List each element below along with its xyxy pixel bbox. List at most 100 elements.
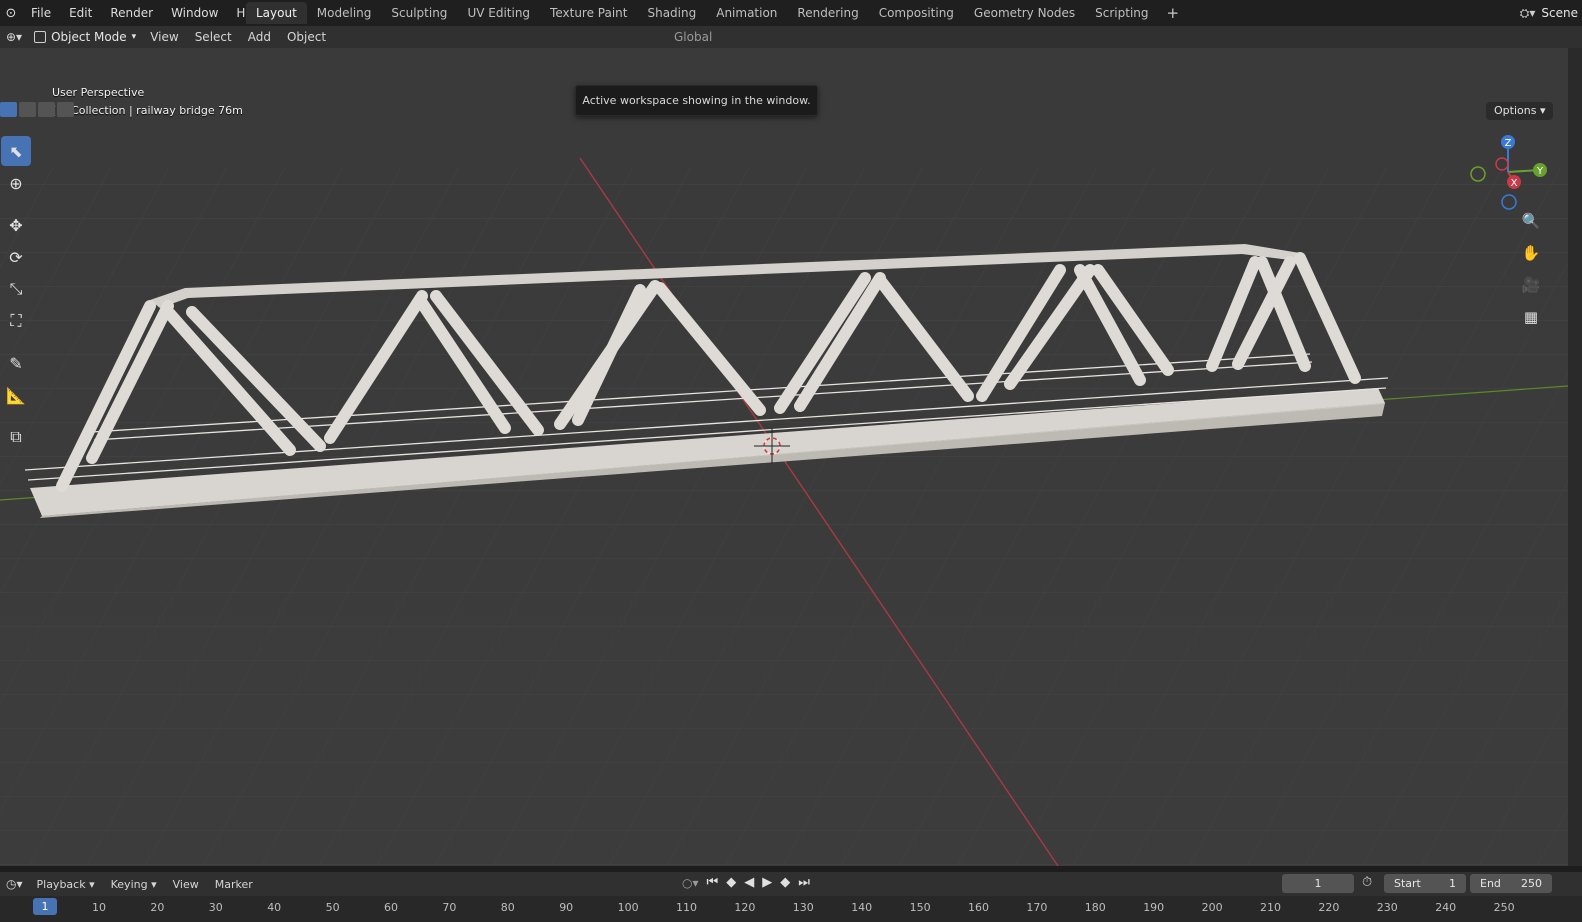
cursor-tool[interactable]: ⊕ (1, 168, 31, 198)
tool-divider (0, 200, 34, 208)
camera-icon: 🎥 (1521, 276, 1541, 294)
tab-uv-editing[interactable]: UV Editing (457, 2, 540, 24)
ruler-tick: 160 (968, 901, 989, 914)
tab-layout[interactable]: Layout (246, 2, 307, 24)
menu-playback-label: Playback (36, 877, 86, 891)
select-intersect-button[interactable] (57, 102, 74, 117)
start-frame-field[interactable]: Start 1 (1384, 874, 1466, 893)
editor-type-icon[interactable]: ⊕▾ (0, 30, 28, 44)
tool-divider (0, 412, 34, 420)
viewport-scene (0, 48, 1568, 866)
jump-end-icon[interactable]: ⏭ (798, 875, 810, 890)
select-extend-button[interactable] (19, 102, 36, 117)
menu-view[interactable]: View (142, 26, 186, 48)
gizmo-y-label: Y (1536, 166, 1544, 177)
menu-timeline-view[interactable]: View (165, 878, 207, 891)
gizmo-neg-y-handle[interactable] (1470, 166, 1486, 182)
start-label: Start (1394, 877, 1421, 890)
current-frame-field[interactable]: 1 (1282, 874, 1354, 893)
end-frame-field[interactable]: End 250 (1470, 874, 1552, 893)
view-name: User Perspective (52, 86, 145, 99)
ruler-tick: 230 (1376, 901, 1398, 914)
select-box-tool[interactable]: ⬉ (1, 136, 31, 166)
tab-texture-paint[interactable]: Texture Paint (540, 2, 637, 24)
play-reverse-icon[interactable]: ◀ (744, 875, 754, 890)
scene-selector[interactable]: ⛭▾ Scene (1520, 0, 1582, 26)
rotate-tool[interactable]: ⟳ (1, 242, 31, 272)
menu-object[interactable]: Object (279, 26, 334, 48)
scale-tool[interactable]: ⤡ (1, 274, 31, 304)
jump-start-icon[interactable]: ⏮ (707, 875, 719, 890)
ruler-tick: 30 (208, 901, 223, 914)
select-arrow-icon: ⬉ (9, 141, 23, 161)
navigation-gizmo[interactable]: Z Y X (1464, 130, 1554, 214)
camera-view-button[interactable]: 🎥 (1518, 272, 1544, 298)
ruler-tick: 200 (1201, 901, 1223, 914)
hand-icon: ✋ (1521, 244, 1541, 262)
ruler-tick: 100 (617, 901, 639, 914)
tab-animation[interactable]: Animation (706, 2, 787, 24)
transform-orientation-dropdown[interactable]: Global (666, 26, 720, 48)
menu-marker[interactable]: Marker (207, 878, 261, 891)
menu-add[interactable]: Add (240, 26, 279, 48)
add-workspace-button[interactable]: + (1159, 2, 1188, 24)
move-icon: ✥ (9, 215, 23, 235)
timeline-editor-icon[interactable]: ◷▾ (0, 877, 29, 891)
menu-render[interactable]: Render (101, 0, 162, 26)
menu-edit[interactable]: Edit (60, 0, 101, 26)
pencil-icon: ✎ (9, 353, 23, 373)
tab-scripting[interactable]: Scripting (1085, 2, 1158, 24)
tab-sculpting[interactable]: Sculpting (381, 2, 457, 24)
measure-tool[interactable]: 📐 (1, 380, 31, 410)
3d-viewport[interactable]: User Perspective (1) Collection | railwa… (0, 48, 1568, 866)
annotate-tool[interactable]: ✎ (1, 348, 31, 378)
next-keyframe-icon[interactable]: ◆ (780, 875, 790, 890)
add-cube-icon: ⧉ (10, 427, 22, 446)
ortho-toggle-button[interactable]: ▦ (1518, 304, 1544, 330)
play-icon[interactable]: ▶ (762, 875, 772, 890)
timeline-ruler[interactable]: 1 10 20 30 40 50 60 70 80 90 100 110 120 130 140 150 16… (0, 896, 1582, 922)
workspace-tabs: Layout Modeling Sculpting UV Editing Tex… (246, 2, 1187, 24)
gizmo-neg-x-handle[interactable] (1495, 157, 1509, 171)
sidebar-collapsed[interactable] (1568, 48, 1582, 866)
object-mode-dropdown[interactable]: Object Mode ▾ (28, 28, 142, 46)
options-label: Options (1494, 104, 1537, 117)
tab-rendering[interactable]: Rendering (787, 2, 868, 24)
object-mode-icon (34, 31, 47, 43)
ruler-tick: 80 (500, 901, 515, 914)
menu-file[interactable]: File (22, 0, 60, 26)
viewport-info: User Perspective (1) Collection | railwa… (52, 84, 243, 120)
select-subtract-button[interactable] (38, 102, 55, 117)
use-preview-range-icon[interactable]: ⏱ (1362, 875, 1372, 890)
move-tool[interactable]: ✥ (1, 210, 31, 240)
ruler-tick: 130 (792, 901, 814, 914)
menu-playback[interactable]: Playback ▾ (29, 878, 103, 891)
zoom-button[interactable]: 🔍 (1518, 208, 1544, 234)
gizmo-neg-z-handle[interactable] (1501, 194, 1517, 210)
select-new-button[interactable] (0, 102, 17, 117)
menu-keying[interactable]: Keying ▾ (103, 878, 165, 891)
ruler-tick: 210 (1260, 901, 1281, 914)
ruler-tick: 110 (676, 901, 697, 914)
blender-logo-icon[interactable]: ⊙ (0, 6, 22, 21)
pan-button[interactable]: ✋ (1518, 240, 1544, 266)
prev-keyframe-icon[interactable]: ◆ (726, 875, 736, 890)
tab-compositing[interactable]: Compositing (869, 2, 964, 24)
auto-key-icon[interactable]: ○▾ (682, 876, 699, 890)
cursor-icon: ⊕ (9, 173, 23, 193)
options-dropdown[interactable]: Options ▾ (1486, 102, 1554, 120)
tab-shading[interactable]: Shading (637, 2, 706, 24)
tab-modeling[interactable]: Modeling (307, 2, 382, 24)
chevron-down-icon: ▾ (131, 32, 137, 42)
zoom-icon: 🔍 (1521, 212, 1541, 230)
ruler-tick: 120 (734, 901, 756, 914)
menu-window[interactable]: Window (162, 0, 227, 26)
playback-controls: ○▾ ⏮ ◆ ◀ ▶ ◆ ⏭ (682, 875, 810, 890)
ruler-tick: 70 (442, 901, 457, 914)
transform-tool[interactable]: ⛶ (1, 306, 31, 336)
menu-select[interactable]: Select (187, 26, 240, 48)
add-cube-tool[interactable]: ⧉ (1, 422, 31, 452)
end-value: 250 (1521, 877, 1542, 890)
playhead-frame-indicator[interactable]: 1 (33, 898, 57, 915)
tab-geometry-nodes[interactable]: Geometry Nodes (964, 2, 1085, 24)
